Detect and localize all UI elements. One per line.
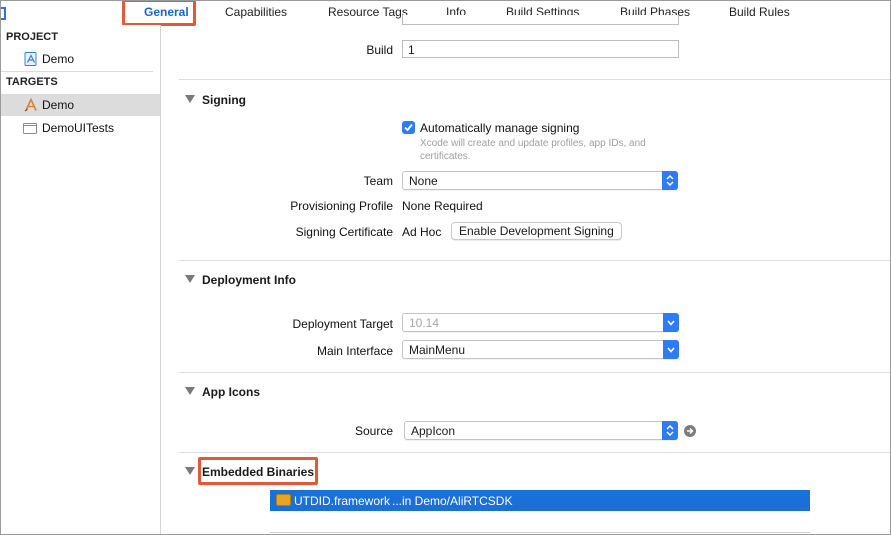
targets-section-header: TARGETS [6,76,58,88]
main-interface-combo[interactable]: MainMenu [402,340,679,359]
app-icon-source-popup[interactable]: AppIcon [404,421,678,440]
embedded-disclosure-icon[interactable] [185,467,195,475]
editor-bracket-icon [1,7,6,20]
general-tab-highlight [122,1,196,26]
signing-disclosure-icon[interactable] [185,95,195,103]
auto-manage-signing-help: Xcode will create and update profiles, a… [420,138,646,162]
embedded-binary-row[interactable]: UTDID.framework ...in Demo/AliRTCSDK [270,490,810,511]
folder-icon [23,123,37,134]
signing-certificate-value: Ad Hoc [402,225,442,239]
sidebar-item-target-demo[interactable]: Demo [1,94,160,116]
sidebar-divider [1,71,153,72]
xcode-target-editor: General Capabilities Resource Tags Info … [0,0,891,535]
deployment-disclosure-icon[interactable] [185,275,195,283]
team-popup[interactable]: None [402,171,678,190]
sidebar-item-target-demouitests[interactable]: DemoUITests [1,117,160,139]
embedded-binary-name: UTDID.framework [294,494,391,508]
embedded-binary-path: ...in Demo/AliRTCSDK [392,494,513,508]
chevron-down-icon [663,313,679,332]
team-value: None [409,174,438,188]
sidebar-item-project-demo[interactable]: Demo [1,48,160,70]
updown-arrows-icon [662,421,678,440]
tab-build-rules[interactable]: Build Rules [729,5,790,19]
section-divider [179,79,890,80]
embedded-title-highlight [198,457,318,485]
source-label: Source [354,424,393,438]
deployment-target-label: Deployment Target [292,317,394,331]
app-target-icon [24,98,37,112]
tab-resource-tags[interactable]: Resource Tags [328,5,408,19]
deployment-target-value: 10.14 [409,316,440,330]
app-icon-source-value: AppIcon [411,424,456,438]
provisioning-profile-label: Provisioning Profile [290,199,393,213]
section-divider [179,452,890,453]
deployment-target-combo[interactable]: 10.14 [402,313,679,332]
enable-development-signing-button[interactable]: Enable Development Signing [451,222,622,240]
sidebar-item-label: Demo [42,98,75,112]
sidebar-item-label: Demo [42,52,75,66]
signing-section-title: Signing [202,93,246,107]
build-field[interactable]: 1 [402,40,679,58]
list-bottom-border [270,532,810,533]
framework-icon [276,494,291,506]
team-label: Team [363,174,393,188]
section-divider [179,260,890,261]
main-interface-label: Main Interface [316,344,393,358]
updown-arrows-icon [662,171,678,190]
target-sidebar: PROJECT Demo TARGETS Demo DemoUITests [1,25,161,534]
chevron-down-icon [663,340,679,359]
deployment-section-title: Deployment Info [202,273,297,287]
section-divider [179,372,890,373]
project-section-header: PROJECT [6,31,58,43]
provisioning-profile-value: None Required [402,199,483,213]
auto-manage-signing-label: Automatically manage signing [420,121,580,135]
checkmark-icon [404,123,413,132]
app-icons-section-title: App Icons [202,385,261,399]
sidebar-item-label: DemoUITests [42,121,115,135]
signing-certificate-label: Signing Certificate [295,225,393,239]
version-field-partial[interactable] [402,15,679,25]
go-to-arrow-icon[interactable] [684,425,696,437]
tab-capabilities[interactable]: Capabilities [225,5,287,19]
main-interface-value: MainMenu [409,343,466,357]
app-icons-disclosure-icon[interactable] [185,387,195,395]
auto-manage-signing-checkbox[interactable] [402,121,415,134]
xcode-project-icon [24,52,37,66]
build-label: Build [366,43,393,57]
